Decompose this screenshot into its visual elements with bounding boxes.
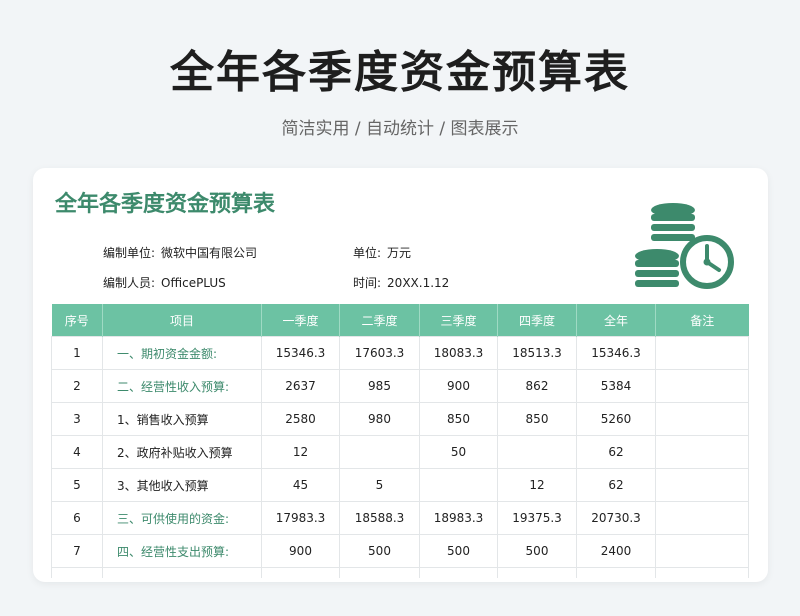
cell-note[interactable] bbox=[655, 402, 749, 436]
cell-q3[interactable] bbox=[419, 468, 498, 502]
cell-item[interactable]: 1、销售收入预算 bbox=[102, 402, 262, 436]
cell-year[interactable]: 5384 bbox=[576, 369, 656, 403]
meta-value: 微软中国有限公司 bbox=[161, 246, 258, 260]
spreadsheet-card: 全年各季度资金预算表 编制单位: 微软中国有限公司 单位: 万元 编制人员: Offi… bbox=[33, 168, 768, 582]
cell-empty bbox=[576, 567, 656, 578]
col-header-q1[interactable]: 一季度 bbox=[261, 304, 340, 337]
cell-item[interactable]: 3、其他收入预算 bbox=[102, 468, 262, 502]
cell-item[interactable]: 一、期初资金金额: bbox=[102, 336, 262, 370]
cell-q4[interactable] bbox=[497, 435, 577, 469]
cell-q2[interactable]: 18588.3 bbox=[339, 501, 420, 535]
cell-no[interactable]: 5 bbox=[51, 468, 103, 502]
cell-item[interactable]: 2、政府补贴收入预算 bbox=[102, 435, 262, 469]
cell-empty bbox=[261, 567, 340, 578]
cell-q3[interactable]: 850 bbox=[419, 402, 498, 436]
meta-value: 20XX.1.12 bbox=[387, 276, 450, 290]
cell-note[interactable] bbox=[655, 501, 749, 535]
table-row: 4 2、政府补贴收入预算 12 50 62 bbox=[51, 435, 749, 469]
cell-q1[interactable]: 45 bbox=[261, 468, 340, 502]
cell-q4[interactable]: 862 bbox=[497, 369, 577, 403]
col-header-q4[interactable]: 四季度 bbox=[497, 304, 577, 337]
cell-q1[interactable]: 15346.3 bbox=[261, 336, 340, 370]
table-header-row: 序号 项目 一季度 二季度 三季度 四季度 全年 备注 bbox=[51, 304, 749, 337]
table-row-partial bbox=[51, 567, 749, 578]
cell-empty bbox=[51, 567, 103, 578]
cell-note[interactable] bbox=[655, 336, 749, 370]
cell-item[interactable]: 二、经营性收入预算: bbox=[102, 369, 262, 403]
meta-unit-org: 编制单位: 微软中国有限公司 bbox=[103, 244, 257, 261]
meta-label: 编制单位: bbox=[103, 246, 156, 260]
cell-q4[interactable]: 19375.3 bbox=[497, 501, 577, 535]
cell-empty bbox=[419, 567, 498, 578]
cell-q3[interactable]: 900 bbox=[419, 369, 498, 403]
cell-note[interactable] bbox=[655, 468, 749, 502]
meta-value: 万元 bbox=[387, 246, 412, 260]
cell-empty bbox=[497, 567, 577, 578]
meta-label: 时间: bbox=[353, 276, 382, 290]
cell-item[interactable]: 三、可供使用的资金: bbox=[102, 501, 262, 535]
cell-q2[interactable]: 17603.3 bbox=[339, 336, 420, 370]
budget-table: 序号 项目 一季度 二季度 三季度 四季度 全年 备注 1 一、期初资金金额: … bbox=[51, 304, 749, 578]
meta-value: OfficePLUS bbox=[161, 276, 226, 290]
cell-q1[interactable]: 900 bbox=[261, 534, 340, 568]
cell-q4[interactable]: 850 bbox=[497, 402, 577, 436]
meta-author: 编制人员: OfficePLUS bbox=[103, 274, 226, 291]
meta-time: 时间: 20XX.1.12 bbox=[353, 274, 449, 291]
cell-q3[interactable]: 500 bbox=[419, 534, 498, 568]
page-subtitle: 简洁实用 / 自动统计 / 图表展示 bbox=[281, 119, 519, 139]
table-row: 5 3、其他收入预算 45 5 12 62 bbox=[51, 468, 749, 502]
page-title: 全年各季度资金预算表 bbox=[170, 47, 630, 98]
cell-item[interactable]: 四、经营性支出预算: bbox=[102, 534, 262, 568]
cell-q1[interactable]: 2637 bbox=[261, 369, 340, 403]
cell-q2[interactable]: 980 bbox=[339, 402, 420, 436]
col-header-item[interactable]: 项目 bbox=[102, 304, 262, 337]
cell-year[interactable]: 5260 bbox=[576, 402, 656, 436]
cell-empty bbox=[102, 567, 262, 578]
sheet-title: 全年各季度资金预算表 bbox=[55, 192, 276, 217]
table-row: 2 二、经营性收入预算: 2637 985 900 862 5384 bbox=[51, 369, 749, 403]
cell-q3[interactable]: 18083.3 bbox=[419, 336, 498, 370]
cell-year[interactable]: 15346.3 bbox=[576, 336, 656, 370]
cell-no[interactable]: 7 bbox=[51, 534, 103, 568]
cell-q1[interactable]: 2580 bbox=[261, 402, 340, 436]
cell-year[interactable]: 2400 bbox=[576, 534, 656, 568]
cell-year[interactable]: 62 bbox=[576, 468, 656, 502]
cell-q1[interactable]: 17983.3 bbox=[261, 501, 340, 535]
cell-q2[interactable] bbox=[339, 435, 420, 469]
meta-label: 编制人员: bbox=[103, 276, 156, 290]
cell-q4[interactable]: 500 bbox=[497, 534, 577, 568]
cell-no[interactable]: 4 bbox=[51, 435, 103, 469]
cell-q1[interactable]: 12 bbox=[261, 435, 340, 469]
cell-year[interactable]: 62 bbox=[576, 435, 656, 469]
table-row: 3 1、销售收入预算 2580 980 850 850 5260 bbox=[51, 402, 749, 436]
cell-q3[interactable]: 50 bbox=[419, 435, 498, 469]
col-header-no[interactable]: 序号 bbox=[51, 304, 103, 337]
col-header-year[interactable]: 全年 bbox=[576, 304, 656, 337]
cell-no[interactable]: 1 bbox=[51, 336, 103, 370]
table-row: 7 四、经营性支出预算: 900 500 500 500 2400 bbox=[51, 534, 749, 568]
table-row: 6 三、可供使用的资金: 17983.3 18588.3 18983.3 193… bbox=[51, 501, 749, 535]
cell-note[interactable] bbox=[655, 534, 749, 568]
col-header-q2[interactable]: 二季度 bbox=[339, 304, 420, 337]
col-header-note[interactable]: 备注 bbox=[655, 304, 749, 337]
table-row: 1 一、期初资金金额: 15346.3 17603.3 18083.3 1851… bbox=[51, 336, 749, 370]
meta-currency: 单位: 万元 bbox=[353, 244, 411, 261]
cell-note[interactable] bbox=[655, 369, 749, 403]
cell-empty bbox=[655, 567, 749, 578]
cell-note[interactable] bbox=[655, 435, 749, 469]
cell-no[interactable]: 3 bbox=[51, 402, 103, 436]
meta-label: 单位: bbox=[353, 246, 382, 260]
cell-q2[interactable]: 500 bbox=[339, 534, 420, 568]
cell-no[interactable]: 6 bbox=[51, 501, 103, 535]
cell-q2[interactable]: 985 bbox=[339, 369, 420, 403]
cell-empty bbox=[339, 567, 420, 578]
cell-q4[interactable]: 18513.3 bbox=[497, 336, 577, 370]
col-header-q3[interactable]: 三季度 bbox=[419, 304, 498, 337]
cell-q3[interactable]: 18983.3 bbox=[419, 501, 498, 535]
cell-no[interactable]: 2 bbox=[51, 369, 103, 403]
coins-clock-icon bbox=[635, 203, 734, 289]
cell-year[interactable]: 20730.3 bbox=[576, 501, 656, 535]
cell-q2[interactable]: 5 bbox=[339, 468, 420, 502]
cell-q4[interactable]: 12 bbox=[497, 468, 577, 502]
